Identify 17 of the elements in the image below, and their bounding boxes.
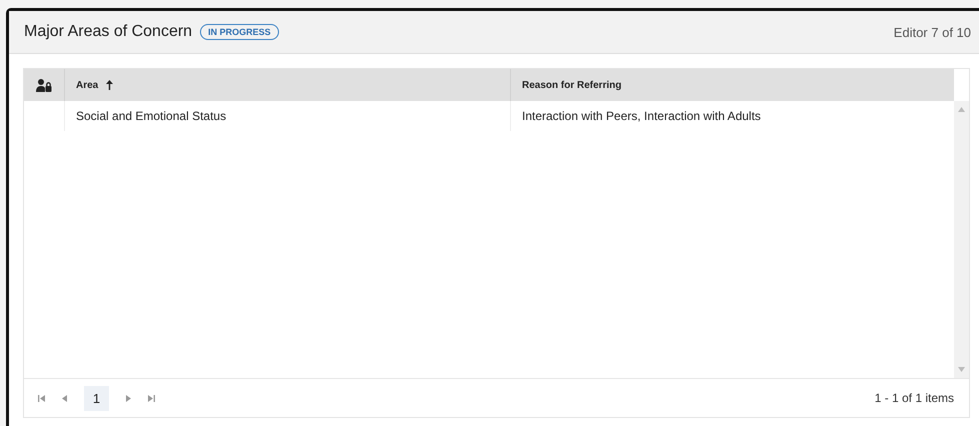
editor-position: Editor 7 of 10 <box>894 24 971 40</box>
previous-page-icon[interactable] <box>62 394 67 402</box>
scrollbar[interactable] <box>954 101 969 378</box>
last-page-icon[interactable] <box>148 394 155 402</box>
user-lock-icon <box>36 78 52 92</box>
table-cell: Social and Emotional Status <box>64 101 510 131</box>
column-header[interactable]: Reason for Referring <box>510 69 954 101</box>
scroll-up-icon[interactable] <box>958 107 965 112</box>
first-page-icon[interactable] <box>38 394 45 402</box>
page-button[interactable]: 1 <box>84 386 109 410</box>
column-header[interactable] <box>24 69 64 101</box>
next-page-icon[interactable] <box>126 394 131 402</box>
status-badge: IN PROGRESS <box>200 24 279 40</box>
scroll-down-icon[interactable] <box>958 367 965 372</box>
section-title: Major Areas of Concern <box>24 23 192 41</box>
column-header[interactable]: Area <box>64 69 510 101</box>
pager-summary: 1 - 1 of 1 items <box>874 391 954 405</box>
